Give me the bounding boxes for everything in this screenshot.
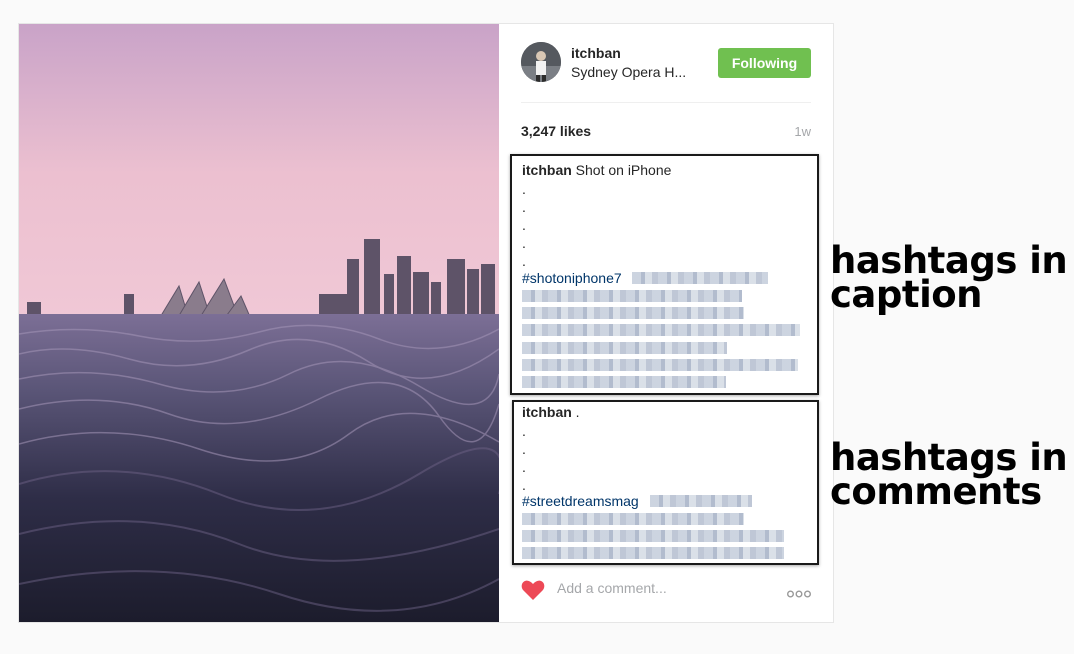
blurred-hashtags: [522, 376, 726, 388]
caption-annotation-line2: caption: [830, 273, 983, 316]
comment-line: itchban .: [522, 404, 580, 420]
comment-dot: .: [522, 423, 526, 439]
blurred-hashtags: [650, 495, 752, 507]
caption-dot: .: [522, 181, 526, 197]
blurred-hashtags: [522, 342, 727, 354]
add-comment-input[interactable]: Add a comment...: [557, 580, 667, 596]
comments-annotation: hashtags in comments: [830, 439, 1068, 513]
caption-dot: .: [522, 235, 526, 251]
blurred-hashtags: [632, 272, 768, 284]
caption-line: itchban Shot on iPhone: [522, 162, 671, 178]
comment-text: .: [575, 404, 580, 420]
post-sidebar: itchban Sydney Opera H... Following 3,24…: [499, 24, 833, 622]
caption-dot: .: [522, 217, 526, 233]
comment-username[interactable]: itchban: [522, 404, 572, 420]
caption-dot: .: [522, 253, 526, 269]
instagram-post: itchban Sydney Opera H... Following 3,24…: [18, 23, 834, 623]
heart-icon[interactable]: [521, 579, 545, 601]
caption-username[interactable]: itchban: [522, 162, 572, 178]
caption-highlight-box: itchban Shot on iPhone . . . . . #shoton…: [510, 154, 819, 395]
avatar-image: [521, 42, 561, 82]
avatar[interactable]: [521, 42, 561, 82]
blurred-hashtags: [522, 513, 744, 525]
blurred-hashtags: [522, 307, 744, 319]
following-button[interactable]: Following: [718, 48, 811, 78]
caption-text: Shot on iPhone: [575, 162, 672, 178]
post-header: itchban Sydney Opera H... Following: [521, 42, 811, 82]
blurred-hashtags: [522, 547, 784, 559]
comment-dot: .: [522, 477, 526, 493]
caption-annotation: hashtags in caption: [830, 242, 1068, 316]
post-username[interactable]: itchban: [571, 45, 621, 61]
comments-annotation-line2: comments: [830, 470, 1042, 513]
post-photo[interactable]: [19, 24, 499, 622]
more-options-graphic: [787, 590, 812, 598]
comment-dot: .: [522, 459, 526, 475]
blurred-hashtags: [522, 359, 798, 371]
blurred-hashtags: [522, 324, 800, 336]
comment-dot: .: [522, 441, 526, 457]
comment-hashtag[interactable]: #streetdreamsmag: [522, 493, 639, 509]
comments-highlight-box: itchban . . . . . #streetdreamsmag: [512, 400, 819, 565]
heart-icon-graphic: [521, 580, 545, 600]
caption-hashtag[interactable]: #shotoniphone7: [522, 270, 622, 286]
post-footer: Add a comment...: [521, 577, 812, 601]
sydney-harbour-image: [19, 24, 499, 622]
post-time[interactable]: 1w: [794, 124, 811, 139]
likes-count[interactable]: 3,247 likes: [521, 123, 591, 139]
caption-dot: .: [522, 199, 526, 215]
blurred-hashtags: [522, 530, 784, 542]
header-divider: [521, 102, 811, 103]
more-options-icon[interactable]: [787, 585, 812, 598]
blurred-hashtags: [522, 290, 742, 302]
post-location[interactable]: Sydney Opera H...: [571, 64, 686, 80]
